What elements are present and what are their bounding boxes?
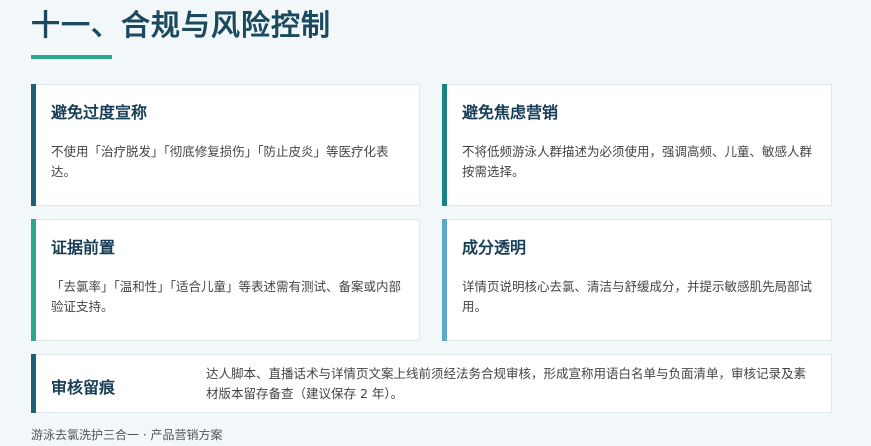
footer-caption: 游泳去氯洗护三合一 · 产品营销方案: [31, 428, 223, 442]
card-body: 达人脚本、直播话术与详情页文案上线前须经法务合规审核，形成宣称用语白名单与负面清…: [206, 366, 807, 401]
card-heading: 成分透明: [462, 238, 527, 257]
card-heading: 避免过度宣称: [51, 103, 148, 122]
card-body: 「去氯率」「温和性」「适合儿童」等表述需有测试、备案或内部验证支持。: [51, 279, 402, 314]
card-heading: 避免焦虑营销: [462, 103, 559, 122]
card-accent-bar: [31, 219, 36, 341]
card-accent-bar: [442, 219, 447, 341]
card-avoid-anxiety-marketing: 避免焦虑营销 不将低频游泳人群描述为必须使用，强调高频、儿童、敏感人群按需选择。: [442, 84, 832, 206]
card-body: 不使用「治疗脱发」「彻底修复损伤」「防止皮炎」等医疗化表达。: [51, 144, 389, 179]
card-body: 详情页说明核心去氯、清洁与舒缓成分，并提示敏感肌先局部试用。: [462, 279, 813, 314]
card-heading: 证据前置: [51, 238, 116, 257]
card-ingredient-transparency: 成分透明 详情页说明核心去氯、清洁与舒缓成分，并提示敏感肌先局部试用。: [442, 219, 832, 341]
card-accent-bar: [31, 354, 36, 413]
card-heading: 审核留痕: [51, 378, 116, 397]
card-accent-bar: [442, 84, 447, 206]
page-title: 十一、合规与风险控制: [31, 8, 332, 42]
card-accent-bar: [31, 84, 36, 206]
card-audit-trail: 审核留痕 达人脚本、直播话术与详情页文案上线前须经法务合规审核，形成宣称用语白名…: [31, 354, 832, 413]
title-underline: [31, 55, 112, 59]
card-body: 不将低频游泳人群描述为必须使用，强调高频、儿童、敏感人群按需选择。: [462, 144, 813, 179]
card-evidence-first: 证据前置 「去氯率」「温和性」「适合儿童」等表述需有测试、备案或内部验证支持。: [31, 219, 420, 341]
card-avoid-overclaim: 避免过度宣称 不使用「治疗脱发」「彻底修复损伤」「防止皮炎」等医疗化表达。: [31, 84, 420, 206]
